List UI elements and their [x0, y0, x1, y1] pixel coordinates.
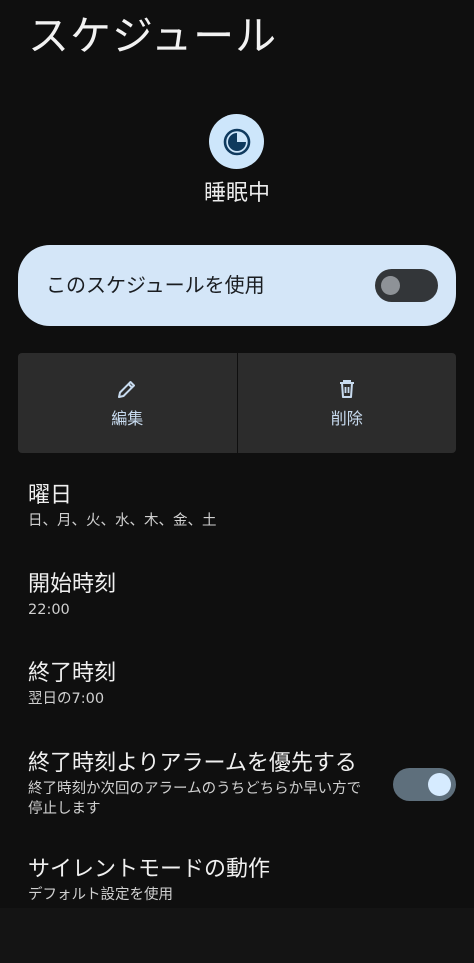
dnd-behavior-title: サイレントモードの動作: [28, 857, 271, 882]
days-title: 曜日: [28, 483, 73, 508]
edit-button[interactable]: 編集: [18, 353, 237, 453]
use-schedule-label: このスケジュールを使用: [46, 273, 265, 297]
alarm-override-toggle[interactable]: [393, 768, 456, 801]
alarm-override-title: 終了時刻よりアラームを優先する: [28, 751, 357, 776]
page-title: スケジュール: [28, 12, 278, 60]
delete-button[interactable]: 削除: [237, 353, 456, 453]
alarm-override-setting[interactable]: 終了時刻よりアラームを優先する 終了時刻か次回のアラームのうちどちらか早い方で停…: [28, 749, 373, 819]
toggle-knob: [428, 773, 451, 796]
start-time-setting[interactable]: 開始時刻 22:00: [28, 570, 116, 620]
mode-icon: [209, 114, 264, 169]
action-row: 編集 削除: [18, 353, 456, 453]
dnd-behavior-setting[interactable]: サイレントモードの動作 デフォルト設定を使用: [28, 855, 270, 905]
alarm-override-description: 終了時刻か次回のアラームのうちどちらか早い方で停止します: [28, 781, 362, 817]
end-time-value: 翌日の7:00: [28, 691, 105, 707]
edit-label: 編集: [111, 409, 144, 428]
use-schedule-toggle[interactable]: [375, 269, 438, 302]
moon-clock-icon: [223, 128, 250, 155]
trash-icon: [339, 380, 354, 398]
days-value: 日、月、火、水、木、金、土: [28, 513, 217, 529]
pencil-icon: [118, 381, 136, 398]
use-schedule-card[interactable]: このスケジュールを使用: [18, 245, 456, 326]
start-time-value: 22:00: [28, 602, 70, 618]
mode-name: 睡眠中: [203, 181, 270, 206]
end-time-title: 終了時刻: [28, 661, 117, 686]
start-time-title: 開始時刻: [28, 572, 117, 597]
days-setting[interactable]: 曜日 日、月、火、水、木、金、土: [28, 481, 217, 531]
end-time-setting[interactable]: 終了時刻 翌日の7:00: [28, 659, 116, 709]
navigation-bar: [0, 908, 474, 963]
delete-label: 削除: [330, 409, 363, 428]
toggle-knob: [381, 276, 400, 295]
dnd-behavior-value: デフォルト設定を使用: [28, 887, 173, 903]
